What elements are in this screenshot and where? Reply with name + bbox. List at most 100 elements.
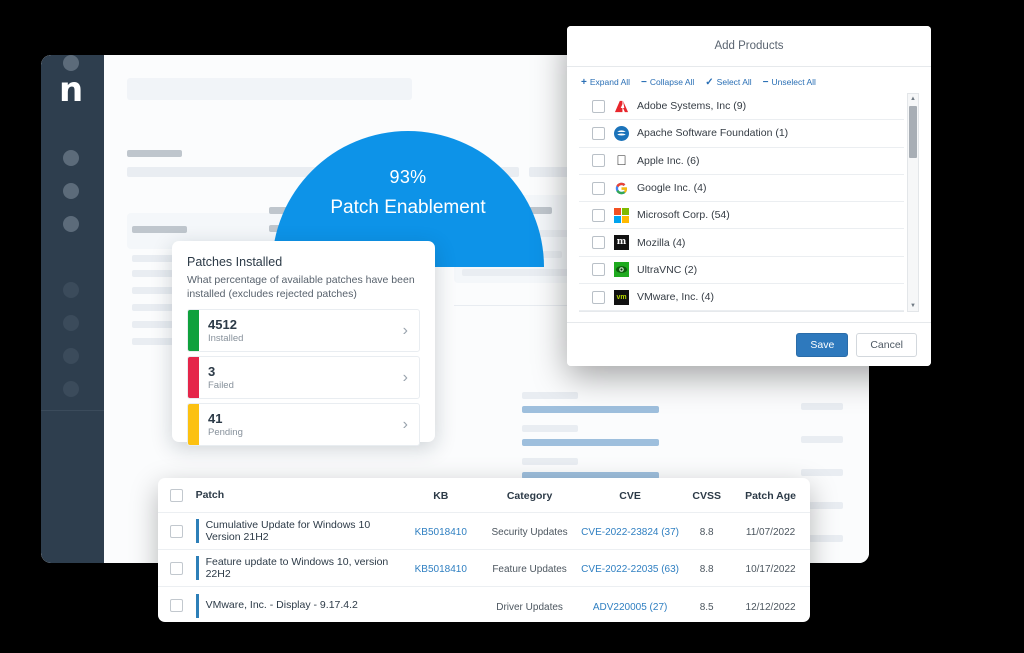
vendor-list-item[interactable]:  Apple Inc. (6) (579, 148, 904, 175)
select-all-button[interactable]: ✓ Select All (705, 77, 751, 87)
vendor-label: Apple Inc. (6) (637, 154, 700, 167)
patch-status-row[interactable]: 3 Failed › (187, 356, 420, 399)
cell-patch-name: Feature update to Windows 10, version 22… (205, 555, 389, 581)
status-swatch-installed (188, 310, 199, 351)
sidebar-item-3[interactable] (63, 216, 79, 232)
scroll-down-icon[interactable]: ▼ (908, 301, 918, 311)
sidebar-item-7[interactable] (63, 348, 79, 364)
skeleton-bar (522, 425, 578, 432)
vendor-list-item[interactable]: Microsoft Corp. (54) (579, 202, 904, 230)
column-header-patch[interactable]: Patch (196, 489, 225, 501)
sidebar-item-2[interactable] (63, 183, 79, 199)
google-icon (614, 181, 629, 196)
unselect-all-button[interactable]: − Unselect All (763, 77, 816, 87)
status-label: Installed (208, 332, 244, 344)
table-row[interactable]: VMware, Inc. - Display - 9.17.4.2 Driver… (158, 587, 810, 622)
scroll-up-icon[interactable]: ▲ (908, 94, 918, 104)
cell-cve-link[interactable]: CVE-2022-23824 (37) (581, 527, 679, 538)
patch-status-row[interactable]: 4512 Installed › (187, 309, 420, 352)
vendor-checkbox[interactable] (592, 181, 605, 195)
cell-kb-link[interactable]: KB5018410 (415, 564, 467, 575)
vendor-list-item[interactable]: m Mozilla (4) (579, 229, 904, 257)
column-header-patch-age[interactable]: Patch Age (745, 490, 796, 502)
vendor-checkbox[interactable] (592, 154, 605, 168)
expand-all-button[interactable]: + Expand All (581, 77, 630, 87)
cancel-button[interactable]: Cancel (856, 332, 917, 357)
adobe-icon (614, 98, 629, 114)
severity-bar (195, 556, 199, 580)
cell-cve-link[interactable]: ADV220005 (27) (593, 602, 668, 613)
patches-installed-card: Patches Installed What percentage of ava… (172, 241, 435, 446)
plus-icon: + (581, 76, 587, 88)
row-checkbox[interactable] (170, 561, 184, 575)
collapse-all-button[interactable]: − Collapse All (641, 77, 694, 87)
vendor-label: Apache Software Foundation (1) (637, 127, 789, 140)
ninja-logo-icon[interactable]: n (59, 73, 87, 107)
chevron-right-icon[interactable]: › (403, 322, 419, 340)
status-count: 3 (208, 363, 216, 379)
vendor-list[interactable]: Adobe Systems, Inc (9) Apache Software F… (579, 93, 904, 312)
vendor-list-item[interactable]: vm VMware, Inc. (4) (579, 284, 904, 311)
column-header-cve[interactable]: CVE (619, 490, 641, 502)
sidebar-item-8[interactable] (63, 381, 79, 397)
cell-kb-link[interactable]: KB5018410 (415, 527, 467, 538)
skeleton-bar (127, 150, 182, 157)
cell-category: Driver Updates (496, 601, 563, 613)
vendor-checkbox[interactable] (592, 126, 605, 140)
row-checkbox[interactable] (170, 599, 184, 612)
mozilla-icon: m (614, 235, 629, 251)
vendor-label: VMware, Inc. (4) (637, 291, 715, 304)
vendor-checkbox[interactable] (592, 263, 605, 277)
vendor-list-item[interactable]: Apache Software Foundation (1) (579, 120, 904, 148)
vendor-list-scrollbar[interactable]: ▲ ▼ (907, 93, 919, 312)
column-header-kb[interactable]: KB (433, 490, 448, 502)
table-row[interactable]: Feature update to Windows 10, version 22… (158, 550, 810, 587)
add-products-modal: Add Products + Expand All − Collapse All… (567, 26, 931, 366)
skeleton-bar (801, 469, 843, 476)
patches-installed-title: Patches Installed (187, 255, 283, 269)
vendor-list-item[interactable]: Adobe Systems, Inc (9) (579, 93, 904, 121)
vendor-checkbox[interactable] (592, 290, 605, 304)
modal-toolbar: + Expand All − Collapse All ✓ Select All… (579, 75, 919, 93)
column-header-category[interactable]: Category (507, 490, 553, 502)
sidebar-divider (41, 410, 104, 411)
chevron-right-icon[interactable]: › (403, 416, 419, 434)
cell-cve-link[interactable]: CVE-2022-22035 (63) (581, 564, 679, 575)
row-select-cell[interactable] (158, 599, 196, 612)
patches-installed-subtitle: What percentage of available patches hav… (187, 274, 415, 300)
sidebar-item-6[interactable] (63, 315, 79, 331)
vendor-label: UltraVNC (2) (637, 263, 698, 276)
cell-category: Feature Updates (492, 564, 567, 575)
vendor-checkbox[interactable] (592, 99, 605, 113)
vendor-checkbox[interactable] (592, 236, 605, 250)
modal-title: Add Products (714, 40, 784, 52)
apple-icon:  (614, 153, 629, 168)
sidebar-item-4[interactable] (63, 55, 79, 71)
vendor-list-item[interactable]: UltraVNC (2) (579, 257, 904, 285)
status-count: 41 (208, 410, 223, 426)
chevron-right-icon[interactable]: › (403, 369, 419, 387)
column-header-cvss[interactable]: CVSS (692, 490, 721, 502)
row-select-cell[interactable] (158, 561, 196, 575)
skeleton-bar (462, 269, 577, 276)
severity-bar (195, 519, 199, 543)
select-all-checkbox[interactable] (170, 488, 184, 502)
table-row[interactable]: Cumulative Update for Windows 10 Version… (158, 513, 810, 550)
scrollbar-thumb[interactable] (909, 106, 917, 158)
vendor-list-item-partial[interactable] (579, 311, 904, 312)
skeleton-block (127, 78, 412, 100)
sidebar-item-1[interactable] (63, 150, 79, 166)
select-all-cell[interactable] (158, 488, 196, 502)
skeleton-bar (522, 392, 578, 399)
row-select-cell[interactable] (158, 524, 196, 538)
row-checkbox[interactable] (170, 524, 184, 538)
vendor-checkbox[interactable] (592, 208, 605, 222)
cell-patch-age: 10/17/2022 (745, 564, 796, 575)
save-button[interactable]: Save (796, 332, 849, 357)
vendor-list-item[interactable]: Google Inc. (4) (579, 175, 904, 203)
patch-status-row[interactable]: 41 Pending › (187, 403, 420, 446)
gauge-title-label: Patch Enablement (330, 197, 486, 218)
skeleton-bar (522, 458, 578, 465)
sidebar-item-5[interactable] (63, 282, 79, 298)
cell-patch-age: 12/12/2022 (745, 601, 796, 613)
